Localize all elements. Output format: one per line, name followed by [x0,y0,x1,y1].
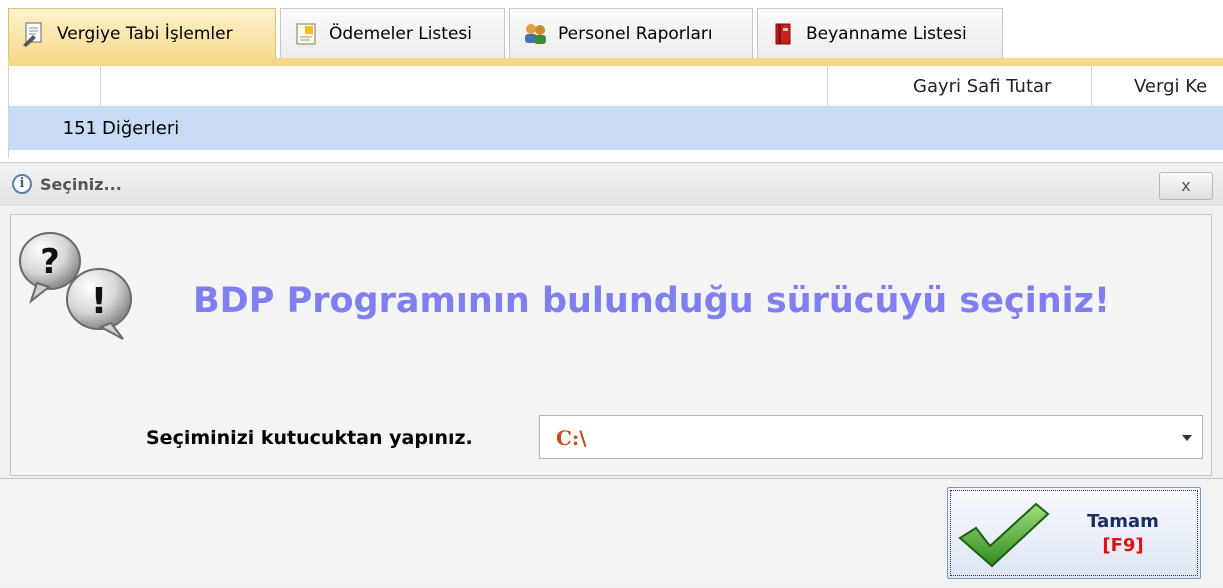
tab-label: Ödemeler Listesi [329,23,472,44]
column-header-vergi[interactable]: Vergi Ke [1134,76,1207,97]
people-icon [522,21,548,47]
drive-select-value: C:\ [556,426,587,450]
checkmark-icon [958,502,1050,568]
button-panel: Tamam [F9] [0,478,1223,585]
dialog-body: ? ! BDP Programının bulunduğu sürücüyü s… [0,206,1223,588]
column-header-gayri-safi-tutar[interactable]: Gayri Safi Tutar [913,76,1051,97]
select-label: Seçiminizi kutucuktan yapınız. [146,427,473,449]
ok-button-shortcut: [F9] [1102,535,1144,556]
note-icon [293,21,319,47]
column-separator [100,66,101,106]
dialog-title: Seçiniz... [40,175,122,194]
table-row[interactable]: 151 Diğerleri [9,107,1223,150]
tab-underline [8,58,1223,66]
column-separator [1091,66,1092,106]
svg-text:!: ! [91,281,107,322]
tab-label: Personel Raporları [558,23,713,44]
close-button[interactable]: x [1159,172,1213,200]
document-stamp-icon [21,21,47,47]
tab-beyanname-listesi[interactable]: Beyanname Listesi [757,8,1003,58]
drive-select[interactable]: C:\ [539,415,1203,459]
data-grid: Gayri Safi Tutar Vergi Ke 151 Diğerleri [8,66,1223,158]
tab-bar: Vergiye Tabi İşlemler Ödemeler Listesi P… [0,0,1223,62]
dialog-message: BDP Programının bulunduğu sürücüyü seçin… [193,281,1110,321]
tab-personel-raporlari[interactable]: Personel Raporları [509,8,753,58]
chevron-down-icon[interactable] [1182,435,1192,441]
tab-label: Beyanname Listesi [806,23,967,44]
dialog-title-bar: i Seçiniz... x [0,162,1223,207]
svg-text:?: ? [40,242,60,282]
column-separator [827,66,828,106]
row-number: 151 [62,118,97,139]
row-name: Diğerleri [102,118,180,139]
grid-header: Gayri Safi Tutar Vergi Ke [9,66,1223,107]
tab-odemeler-listesi[interactable]: Ödemeler Listesi [280,8,505,58]
question-exclamation-icon: ? ! [19,232,132,340]
tab-label: Vergiye Tabi İşlemler [57,23,233,44]
ok-button-label: Tamam [1087,511,1159,532]
ok-button[interactable]: Tamam [F9] [947,487,1201,579]
message-panel: ? ! BDP Programının bulunduğu sürücüyü s… [10,214,1212,476]
info-icon: i [12,174,32,194]
red-book-icon [770,21,796,47]
tab-vergiye-tabi-islemler[interactable]: Vergiye Tabi İşlemler [8,8,276,58]
